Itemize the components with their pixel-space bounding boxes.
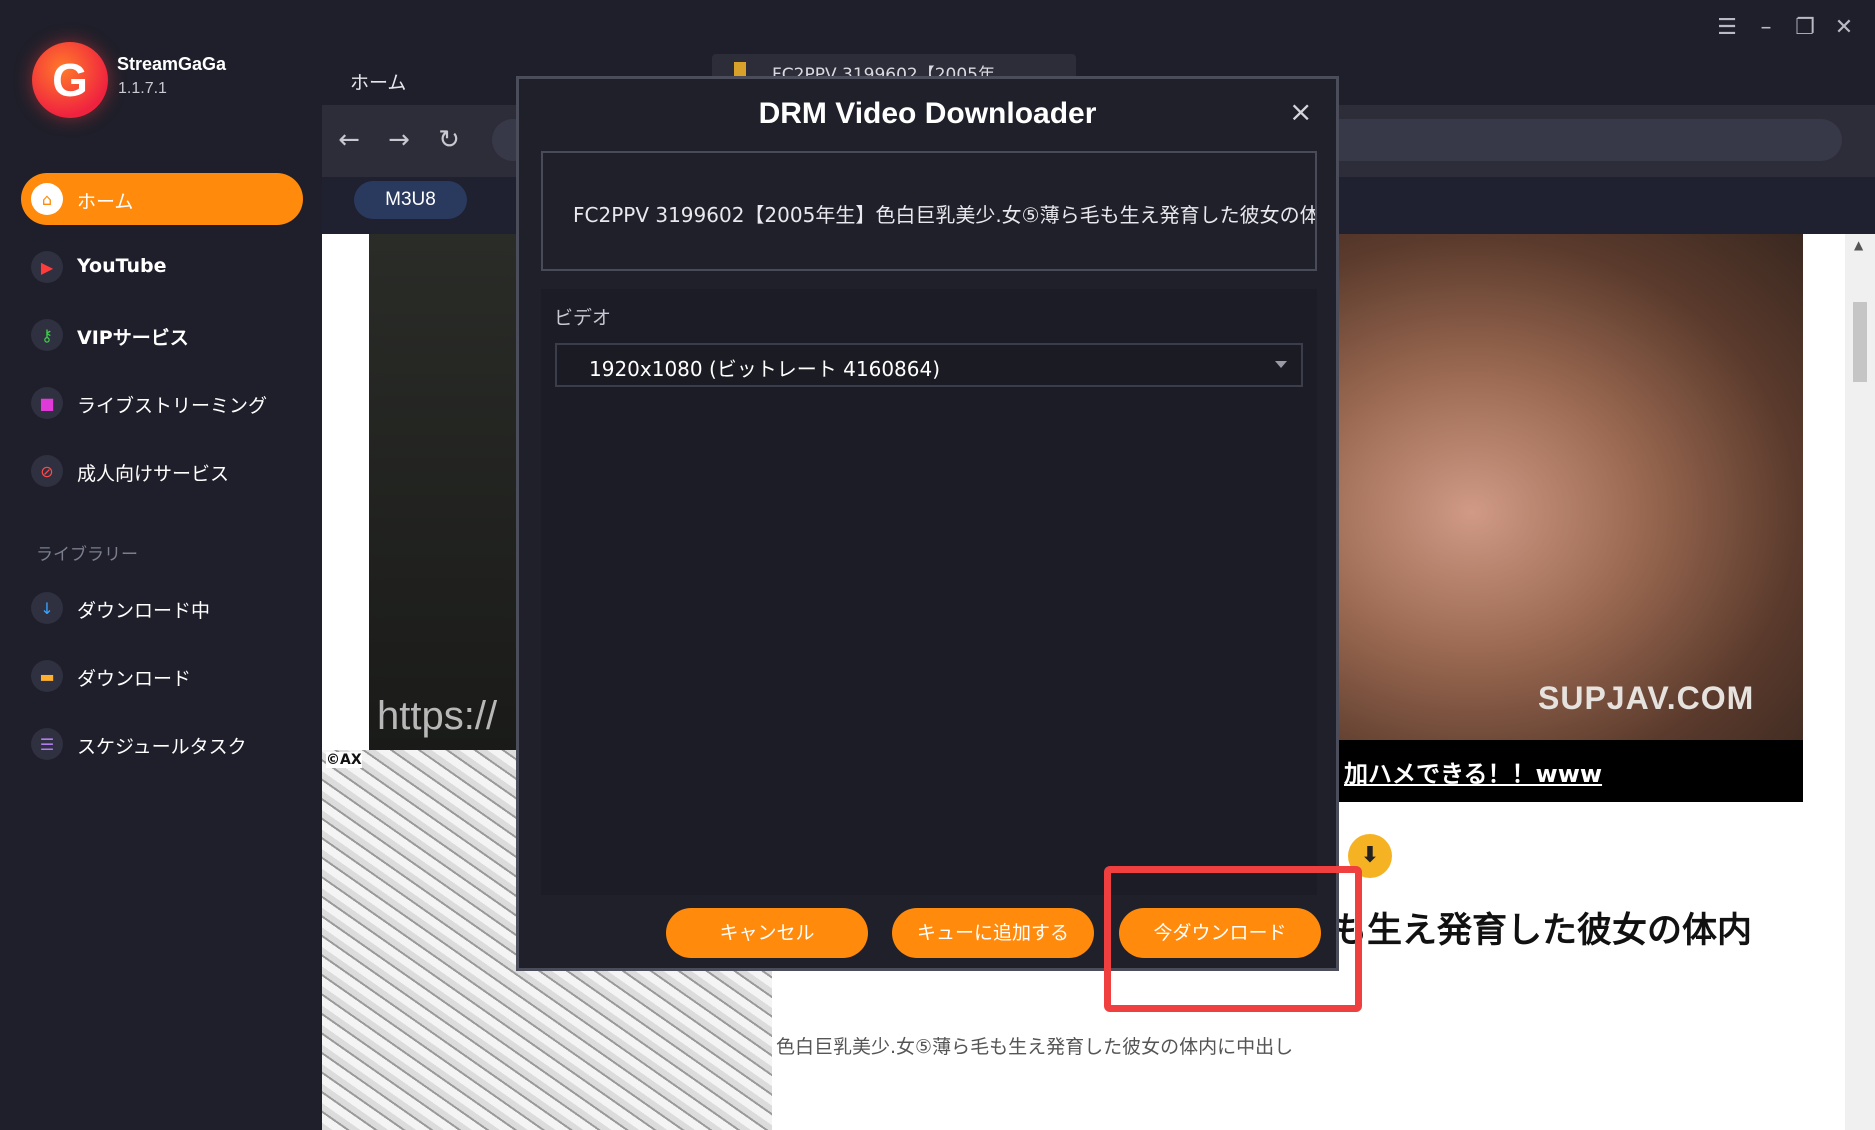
key-icon: ⚷	[31, 319, 63, 351]
ad-link-text[interactable]: 加ハメできる！！www	[1344, 754, 1602, 789]
sidebar-item-downloaded[interactable]: ▬ ダウンロード	[21, 650, 303, 702]
sidebar-item-adult[interactable]: ⊘ 成人向けサービス	[21, 445, 303, 497]
sidebar-item-schedule[interactable]: ☰ スケジュールタスク	[21, 718, 303, 770]
ad-strip[interactable]: 加ハメできる！！www	[1330, 740, 1803, 802]
logo-letter: G	[52, 54, 88, 106]
video-thumbnail-right[interactable]	[1330, 234, 1803, 740]
folder-icon: ▬	[31, 660, 63, 692]
drm-downloader-dialog: DRM Video Downloader × FC2PPV 3199602【20…	[516, 76, 1339, 971]
library-heading: ライブラリー	[36, 545, 138, 565]
quality-select[interactable]: 1920x1080 (ビットレート 4160864)	[555, 343, 1303, 387]
sidebar-item-label: ホーム	[77, 191, 134, 213]
scroll-up-icon[interactable]: ▲	[1854, 238, 1863, 252]
close-window-icon[interactable]: ✕	[1830, 14, 1858, 42]
video-label: ビデオ	[554, 307, 612, 329]
camera-icon: ■	[31, 387, 63, 419]
close-icon[interactable]: ×	[1289, 95, 1312, 128]
minimize-icon[interactable]: –	[1752, 14, 1780, 42]
sidebar-item-vip[interactable]: ⚷ VIPサービス	[21, 309, 303, 361]
watermark-site: SUPJAV.COM	[1538, 680, 1755, 716]
sidebar-item-live-streaming[interactable]: ■ ライブストリーミング	[21, 377, 303, 429]
chevron-down-icon	[1275, 361, 1287, 368]
sidebar-item-home[interactable]: ⌂ ホーム	[21, 173, 303, 225]
menu-icon[interactable]: ☰	[1713, 14, 1741, 42]
tab-favicon-icon	[734, 62, 746, 76]
app-version: 1.1.7.1	[118, 80, 167, 97]
sidebar-item-label: YouTube	[77, 255, 167, 277]
sidebar-item-downloading[interactable]: ↓ ダウンロード中	[21, 582, 303, 634]
app-name: StreamGaGa	[117, 54, 227, 74]
file-name-field[interactable]: FC2PPV 3199602【2005年生】色白巨乳美少.女⑤薄ら毛も生え発育し…	[541, 151, 1317, 271]
highlight-box	[1104, 866, 1362, 1012]
add-to-queue-button[interactable]: キューに追加する	[892, 908, 1094, 958]
tab-home[interactable]: ホーム	[350, 68, 406, 95]
video-title: も生え発育した彼女の体内	[1332, 911, 1753, 951]
sidebar-item-label: VIPサービス	[77, 327, 189, 349]
video-subtitle: 色白巨乳美少.女⑤薄ら毛も生え発育した彼女の体内に中出し	[776, 1036, 1294, 1058]
manga-copyright: ©AX	[326, 752, 362, 768]
cancel-button[interactable]: キャンセル	[666, 908, 868, 958]
sidebar-item-label: 成人向けサービス	[77, 463, 230, 485]
sidebar: G StreamGaGa 1.1.7.1 ⌂ ホーム ▶ YouTube ⚷ V…	[0, 0, 322, 1130]
video-options-panel: ビデオ 1920x1080 (ビットレート 4160864)	[541, 289, 1317, 895]
app-logo: G	[32, 42, 108, 118]
sidebar-item-youtube[interactable]: ▶ YouTube	[21, 241, 303, 293]
sidebar-item-label: ライブストリーミング	[77, 395, 268, 417]
sidebar-item-label: ダウンロード	[77, 668, 192, 690]
maximize-icon[interactable]: ❐	[1791, 14, 1819, 42]
scrollbar[interactable]: ▲	[1845, 234, 1875, 1130]
scrollbar-thumb[interactable]	[1853, 302, 1867, 382]
sidebar-item-label: ダウンロード中	[77, 600, 211, 622]
reload-icon[interactable]: ↻	[434, 125, 464, 155]
youtube-icon: ▶	[31, 251, 63, 283]
m3u8-badge[interactable]: M3U8	[354, 181, 467, 219]
schedule-icon: ☰	[31, 728, 63, 760]
watermark-url: https://	[377, 694, 498, 738]
forward-icon[interactable]: →	[384, 125, 414, 155]
download-arrow-icon: ↓	[31, 592, 63, 624]
file-name-text: FC2PPV 3199602【2005年生】色白巨乳美少.女⑤薄ら毛も生え発育し…	[573, 203, 1317, 227]
adult-18-icon: ⊘	[31, 455, 63, 487]
dialog-title: DRM Video Downloader	[758, 97, 1097, 130]
sidebar-item-label: スケジュールタスク	[77, 736, 247, 758]
home-icon: ⌂	[31, 183, 63, 215]
back-icon[interactable]: ←	[334, 125, 364, 155]
quality-value: 1920x1080 (ビットレート 4160864)	[589, 357, 941, 381]
